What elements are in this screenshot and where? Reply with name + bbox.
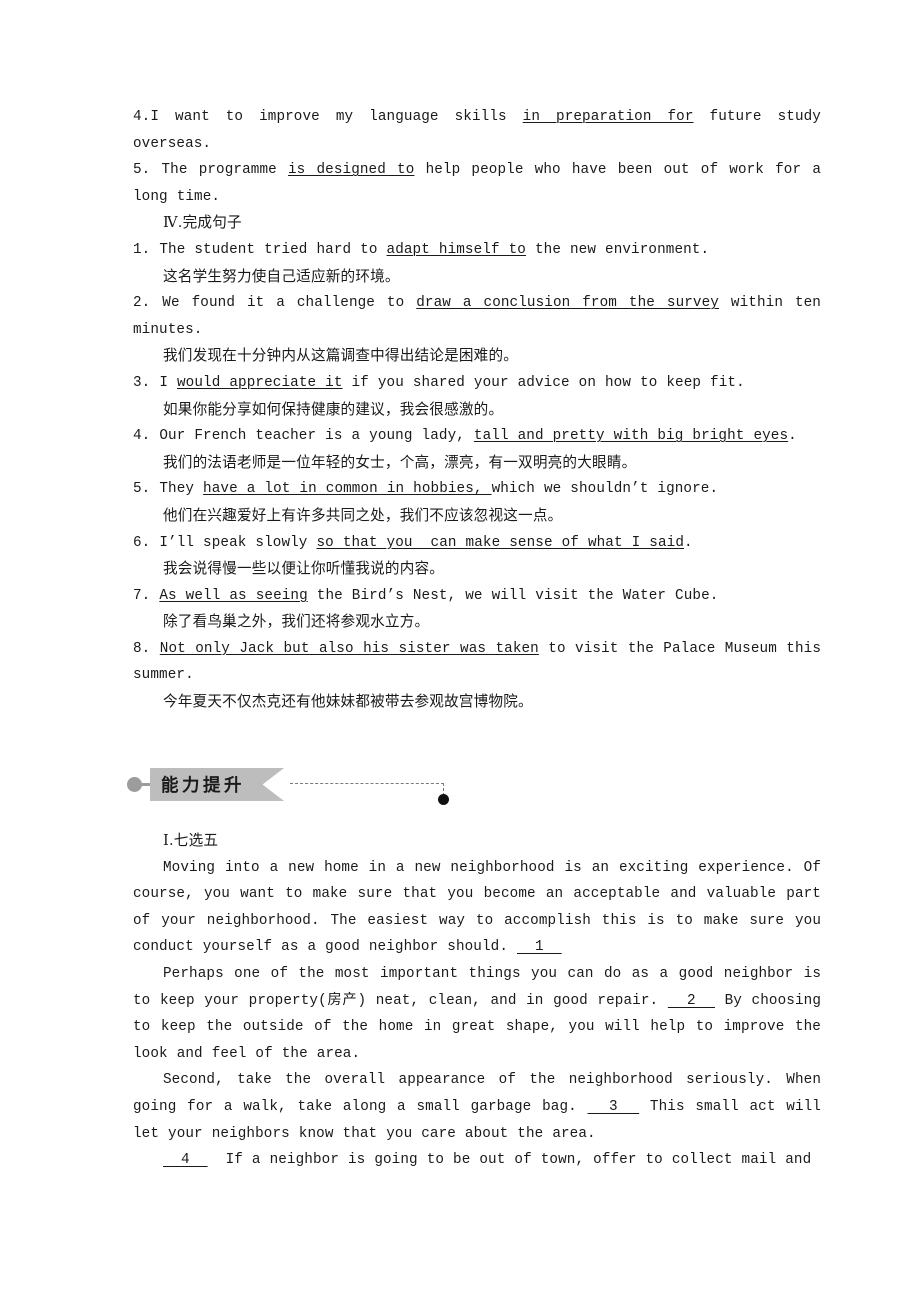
section-numeral: Ⅳ xyxy=(163,215,178,232)
passage-paragraph-1: Moving into a new home in a new neighbor… xyxy=(133,859,821,956)
answer-key: have a lot in common in hobbies, xyxy=(203,481,492,498)
sentence-item-6: 6. I’ll speak slowly so that you can mak… xyxy=(133,534,693,551)
item-number: 1. xyxy=(133,241,151,258)
answer-key: is designed to xyxy=(287,162,415,179)
section-heading-5: Ⅰ.七选五 xyxy=(133,828,821,855)
section-heading-4: Ⅳ.完成句子 xyxy=(133,210,821,237)
sentence-translation-8: 今年夏天不仅杰克还有他妹妹都被带去参观故宫博物院。 xyxy=(163,693,533,711)
sentence-translation-3: 如果你能分享如何保持健康的建议，我会很感激的。 xyxy=(163,400,504,418)
item-number: 6. xyxy=(133,534,151,551)
sentence-item-4: 4. Our French teacher is a young lady, t… xyxy=(133,428,797,445)
passage-paragraph-2: Perhaps one of the most important things… xyxy=(133,965,821,1062)
item-number: 4. xyxy=(133,109,151,125)
banner-dashed-line xyxy=(290,783,444,784)
banner-label: 能力提升 xyxy=(161,776,245,796)
sentence-translation-1: 这名学生努力使自己适应新的环境。 xyxy=(163,267,400,285)
answer-key: so that you can make sense of what I sai… xyxy=(316,534,685,551)
item-number: 7. xyxy=(133,587,151,604)
item-number: 5. xyxy=(133,481,151,498)
sentence-translation-6: 我会说得慢一些以便让你听懂我说的内容。 xyxy=(163,560,445,578)
carryover-item-5: 5. The programme is designed to help peo… xyxy=(133,162,821,205)
item-number: 5. xyxy=(133,162,151,179)
passage-paragraph-4: 4 If a neighbor is going to be out of to… xyxy=(163,1152,812,1169)
blank-slot-1[interactable]: 1 xyxy=(517,939,562,955)
item-number: 2. xyxy=(133,295,151,312)
answer-key: in preparation for xyxy=(522,109,694,125)
banner-end-dot-icon xyxy=(438,794,449,805)
lower-content-block: Ⅰ.七选五 Moving into a new home in a new ne… xyxy=(133,828,821,1174)
section-title: .完成句子 xyxy=(177,214,242,232)
item-number: 3. xyxy=(133,374,151,391)
sentence-translation-5: 他们在兴趣爱好上有许多共同之处，我们不应该忽视这一点。 xyxy=(163,506,563,524)
answer-key: Not only Jack but also his sister was ta… xyxy=(159,640,539,657)
blank-slot-4[interactable]: 4 xyxy=(163,1152,208,1168)
sentence-item-2: 2. We found it a challenge to draw a con… xyxy=(133,295,821,338)
section-title: .七选五 xyxy=(168,832,219,849)
item-number: 8. xyxy=(133,640,151,657)
item-number: 4. xyxy=(133,428,151,445)
sentence-translation-7: 除了看鸟巢之外，我们还将参观水立方。 xyxy=(163,613,430,631)
answer-key: would appreciate it xyxy=(177,374,343,391)
carryover-item-4: 4.I want to improve my language skills i… xyxy=(133,109,821,152)
sentence-translation-2: 我们发现在十分钟内从这篇调查中得出结论是困难的。 xyxy=(163,347,519,365)
answer-key: draw a conclusion from the survey xyxy=(416,295,719,312)
blank-slot-3[interactable]: 3 xyxy=(588,1099,640,1115)
answer-key: adapt himself to xyxy=(386,241,526,258)
sentence-item-5: 5. They have a lot in common in hobbies,… xyxy=(133,481,719,498)
answer-key: As well as seeing xyxy=(159,587,308,604)
section-banner: 能力提升 xyxy=(127,766,487,806)
document-page: 4.I want to improve my language skills i… xyxy=(0,0,920,1302)
blank-slot-2[interactable]: 2 xyxy=(668,993,715,1009)
sentence-item-3: 3. I would appreciate it if you shared y… xyxy=(133,374,745,391)
passage-paragraph-3: Second, take the overall appearance of t… xyxy=(133,1072,821,1142)
sentence-translation-4: 我们的法语老师是一位年轻的女士，个高，漂亮，有一双明亮的大眼睛。 xyxy=(163,453,637,471)
sentence-item-8: 8. Not only Jack but also his sister was… xyxy=(133,640,821,684)
banner-connector-icon xyxy=(141,783,151,786)
answer-key: tall and pretty with big bright eyes xyxy=(473,428,789,445)
banner-bullet-icon xyxy=(127,777,142,792)
upper-content-block: 4.I want to improve my language skills i… xyxy=(133,104,821,716)
sentence-item-7: 7. As well as seeing the Bird’s Nest, we… xyxy=(133,587,719,604)
sentence-item-1: 1. The student tried hard to adapt himse… xyxy=(133,241,710,258)
